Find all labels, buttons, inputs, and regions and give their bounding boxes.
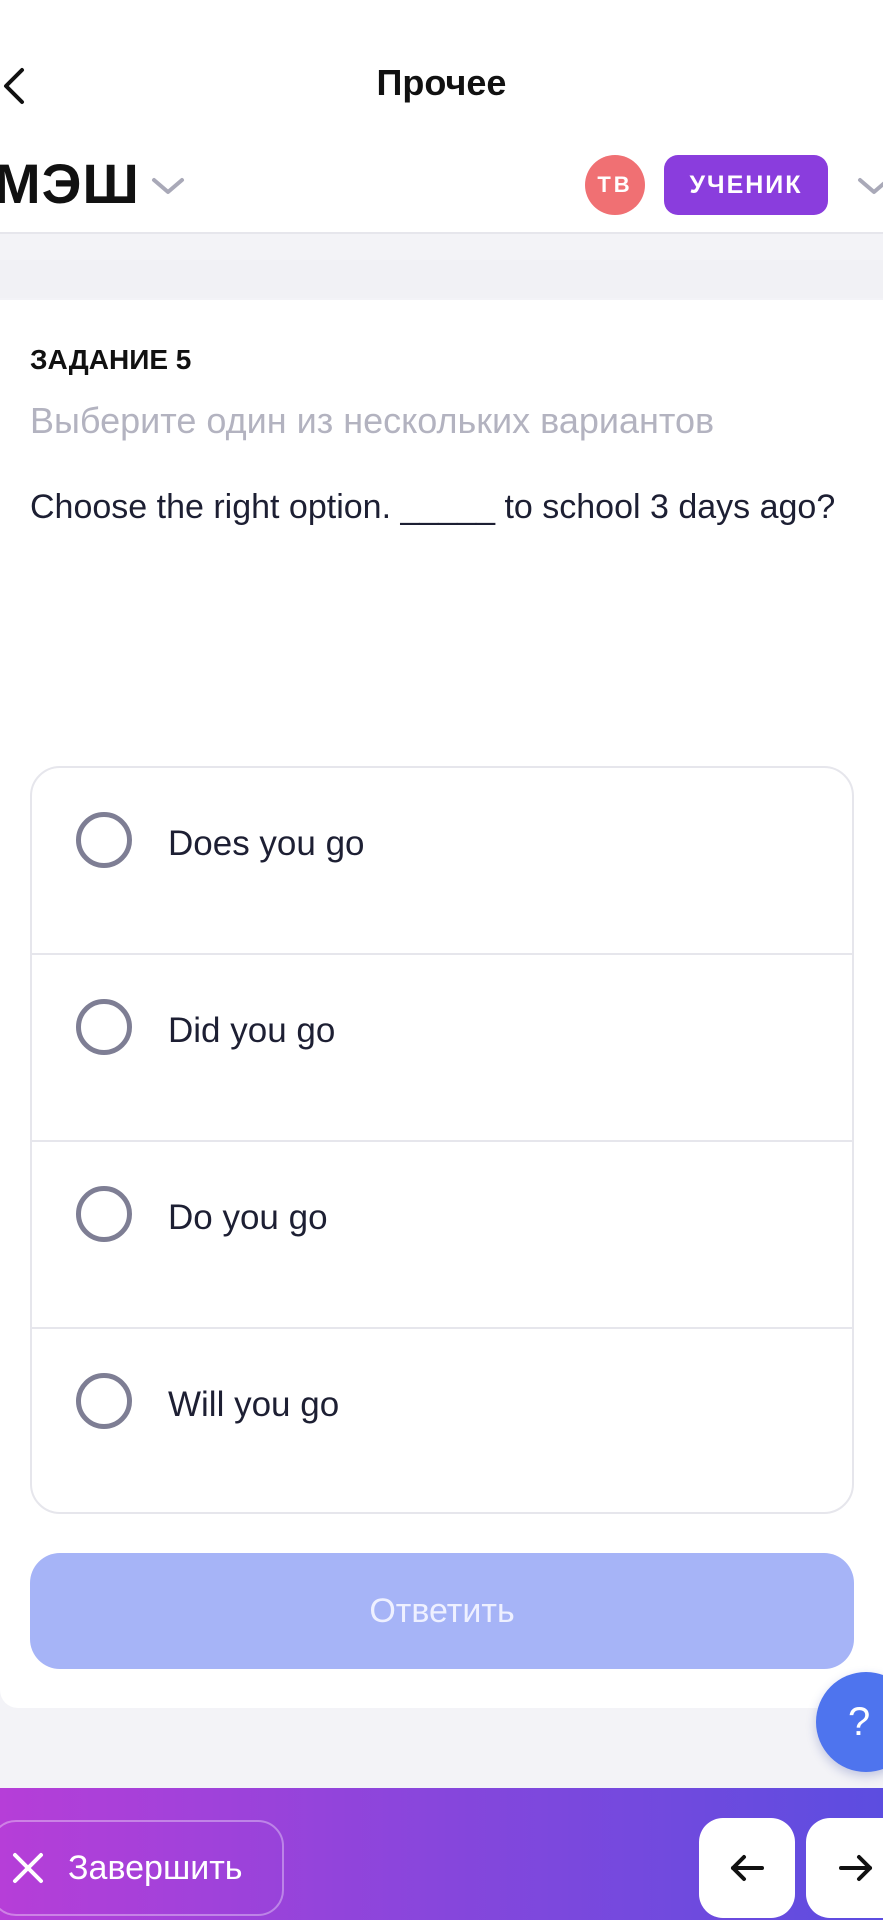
brand-logo[interactable]: МЭШ [0, 152, 140, 216]
bottom-bar: Завершить [0, 1788, 883, 1920]
radio-button[interactable] [76, 1373, 132, 1429]
task-card: ЗАДАНИЕ 5 Выберите один из нескольких ва… [0, 300, 883, 1708]
radio-button[interactable] [76, 999, 132, 1055]
next-task-button[interactable] [806, 1818, 883, 1918]
task-number: ЗАДАНИЕ 5 [30, 344, 192, 375]
question-text: Choose the right option. _____ to school… [30, 488, 836, 526]
page-title: Прочее [376, 62, 507, 103]
option-label: Did you go [168, 1011, 336, 1050]
radio-button[interactable] [76, 1186, 132, 1242]
close-icon [13, 1853, 43, 1883]
option-label: Will you go [168, 1385, 340, 1424]
option-label: Do you go [168, 1198, 328, 1237]
radio-button[interactable] [76, 812, 132, 868]
option-item[interactable]: Do you go [32, 1142, 852, 1329]
arrow-left-icon [731, 1855, 764, 1881]
arrow-right-icon [839, 1855, 872, 1881]
option-item[interactable]: Will you go [32, 1329, 852, 1512]
submit-answer-button[interactable]: Ответить [30, 1553, 854, 1669]
avatar[interactable]: ТВ [585, 155, 645, 215]
finish-button[interactable]: Завершить [0, 1820, 284, 1916]
finish-label: Завершить [68, 1848, 243, 1887]
chevron-down-icon[interactable] [150, 172, 186, 200]
answer-options: Does you go Did you go Do you go Will yo… [30, 766, 854, 1514]
role-badge[interactable]: УЧЕНИК [664, 155, 828, 215]
section-divider [0, 260, 883, 298]
chevron-down-icon[interactable] [856, 172, 883, 200]
option-item[interactable]: Does you go [32, 768, 852, 955]
task-hint: Выберите один из нескольких вариантов [30, 400, 715, 441]
top-bar: Прочее МЭШ ТВ УЧЕНИК [0, 0, 883, 234]
option-item[interactable]: Did you go [32, 955, 852, 1142]
previous-task-button[interactable] [699, 1818, 795, 1918]
option-label: Does you go [168, 824, 365, 863]
page: Прочее МЭШ ТВ УЧЕНИК ЗАДАНИЕ 5 Выберите … [0, 0, 883, 1920]
